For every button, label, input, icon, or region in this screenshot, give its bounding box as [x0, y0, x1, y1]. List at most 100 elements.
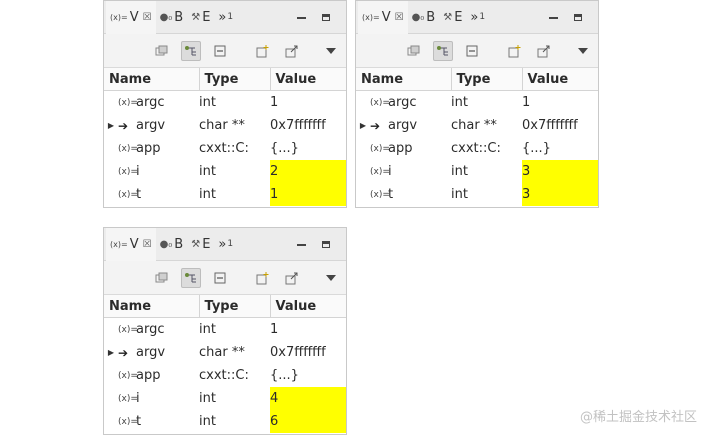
variable-value[interactable]: 3 [522, 160, 598, 183]
column-header-type[interactable]: Type [199, 68, 271, 91]
expand-arrow-icon[interactable]: ▶ [356, 121, 370, 130]
pointer-variable-icon: ➔ [118, 345, 129, 360]
tab-overflow[interactable]: » 1 [466, 1, 489, 34]
table-row[interactable]: (x)= t int 1 [104, 183, 346, 206]
restore-icon[interactable] [534, 41, 554, 61]
variables-table: Name Type Value (x)= argc int 1 ▶ ➔ argv… [356, 68, 598, 206]
variables-icon: (x)= [362, 12, 380, 22]
collapse-all-icon[interactable] [210, 41, 230, 61]
table-row[interactable]: (x)= i int 3 [356, 160, 598, 183]
variable-value[interactable]: {...} [270, 137, 346, 160]
variable-value[interactable]: 1 [270, 183, 346, 206]
tab-label: B [174, 236, 184, 252]
variable-name: t [388, 187, 394, 202]
add-watch-icon[interactable] [253, 41, 273, 61]
column-header-type[interactable]: Type [199, 295, 271, 318]
variable-value[interactable]: 1 [522, 91, 598, 115]
table-header-row: Name Type Value [104, 68, 346, 91]
expand-arrow-icon[interactable]: ▶ [104, 348, 118, 357]
minimize-icon[interactable] [549, 17, 558, 19]
close-icon[interactable]: ☒ [143, 12, 152, 23]
view-tab-bar: (x)= V ☒ ●₀ B ⚒ E » 1 [104, 228, 346, 261]
variable-value[interactable]: 0x7fffffff [270, 114, 346, 137]
variable-value[interactable]: {...} [522, 137, 598, 160]
collapse-all-icon[interactable] [210, 268, 230, 288]
column-header-type[interactable]: Type [451, 68, 523, 91]
tab-expressions[interactable]: ⚒ E [187, 228, 214, 261]
tab-variables[interactable]: (x)= V ☒ [106, 228, 156, 261]
tab-breakpoints[interactable]: ●₀ B [408, 1, 440, 34]
show-logical-structure-icon[interactable] [181, 267, 201, 288]
add-watch-icon[interactable] [253, 268, 273, 288]
variable-value[interactable]: 1 [270, 91, 346, 115]
add-watch-icon[interactable] [505, 41, 525, 61]
tab-overflow[interactable]: » 1 [214, 228, 237, 261]
variable-value[interactable]: 0x7fffffff [270, 341, 346, 364]
minimize-icon[interactable] [297, 17, 306, 19]
variable-value[interactable]: 0x7fffffff [522, 114, 598, 137]
tab-overflow[interactable]: » 1 [214, 1, 237, 34]
variable-value[interactable]: 4 [270, 387, 346, 410]
expand-arrow-icon[interactable]: ▶ [104, 121, 118, 130]
column-header-value[interactable]: Value [522, 68, 598, 91]
variable-value[interactable]: 2 [270, 160, 346, 183]
table-row[interactable]: (x)= t int 3 [356, 183, 598, 206]
table-row[interactable]: (x)= app cxxt::C: {...} [356, 137, 598, 160]
variable-icon: (x)= [118, 416, 138, 427]
table-row[interactable]: (x)= argc int 1 [356, 91, 598, 115]
variable-name: argv [136, 118, 166, 133]
close-icon[interactable]: ☒ [143, 239, 152, 250]
variable-value[interactable]: {...} [270, 364, 346, 387]
variable-name: app [136, 368, 161, 383]
column-header-name[interactable]: Name [104, 68, 200, 91]
tab-expressions[interactable]: ⚒ E [187, 1, 214, 34]
table-row[interactable]: (x)= argc int 1 [104, 91, 346, 115]
column-header-name[interactable]: Name [356, 68, 452, 91]
column-header-value[interactable]: Value [270, 295, 346, 318]
collapse-all-icon[interactable] [462, 41, 482, 61]
tab-label: E [202, 236, 211, 252]
view-menu-caret-icon[interactable] [321, 41, 341, 61]
tab-variables[interactable]: (x)= V ☒ [358, 1, 408, 34]
tab-label: V [381, 9, 391, 25]
table-row[interactable]: (x)= app cxxt::C: {...} [104, 364, 346, 387]
tab-variables[interactable]: (x)= V ☒ [106, 1, 156, 34]
view-toolbar [356, 34, 598, 68]
variables-icon: (x)= [110, 12, 128, 22]
table-row[interactable]: (x)= i int 2 [104, 160, 346, 183]
table-row[interactable]: (x)= argc int 1 [104, 318, 346, 342]
table-row[interactable]: (x)= app cxxt::C: {...} [104, 137, 346, 160]
show-type-names-icon[interactable] [152, 41, 172, 61]
minimize-icon[interactable] [297, 244, 306, 246]
tab-breakpoints[interactable]: ●₀ B [156, 228, 188, 261]
tab-expressions[interactable]: ⚒ E [439, 1, 466, 34]
variable-value[interactable]: 3 [522, 183, 598, 206]
view-menu-caret-icon[interactable] [321, 268, 341, 288]
tab-label: B [174, 9, 184, 25]
show-type-names-icon[interactable] [404, 41, 424, 61]
variable-value[interactable]: 1 [270, 318, 346, 342]
variable-value[interactable]: 6 [270, 410, 346, 433]
table-row[interactable]: (x)= i int 4 [104, 387, 346, 410]
restore-icon[interactable] [282, 41, 302, 61]
show-logical-structure-icon[interactable] [181, 40, 201, 61]
maximize-icon[interactable] [322, 13, 330, 21]
column-header-name[interactable]: Name [104, 295, 200, 318]
column-header-value[interactable]: Value [270, 68, 346, 91]
view-menu-caret-icon[interactable] [573, 41, 593, 61]
table-row[interactable]: ▶ ➔ argv char ** 0x7fffffff [104, 114, 346, 137]
tab-breakpoints[interactable]: ●₀ B [156, 1, 188, 34]
table-row[interactable]: (x)= t int 6 [104, 410, 346, 433]
variables-view-panel: (x)= V ☒ ●₀ B ⚒ E » 1 Name Type Value (x… [355, 0, 599, 208]
table-row[interactable]: ▶ ➔ argv char ** 0x7fffffff [356, 114, 598, 137]
variable-name: i [136, 164, 140, 179]
show-type-names-icon[interactable] [152, 268, 172, 288]
table-row[interactable]: ▶ ➔ argv char ** 0x7fffffff [104, 341, 346, 364]
maximize-icon[interactable] [574, 13, 582, 21]
restore-icon[interactable] [282, 268, 302, 288]
maximize-icon[interactable] [322, 240, 330, 248]
chevron-double-right-icon: » [218, 236, 227, 252]
show-logical-structure-icon[interactable] [433, 40, 453, 61]
variable-icon: (x)= [118, 97, 138, 108]
close-icon[interactable]: ☒ [395, 12, 404, 23]
